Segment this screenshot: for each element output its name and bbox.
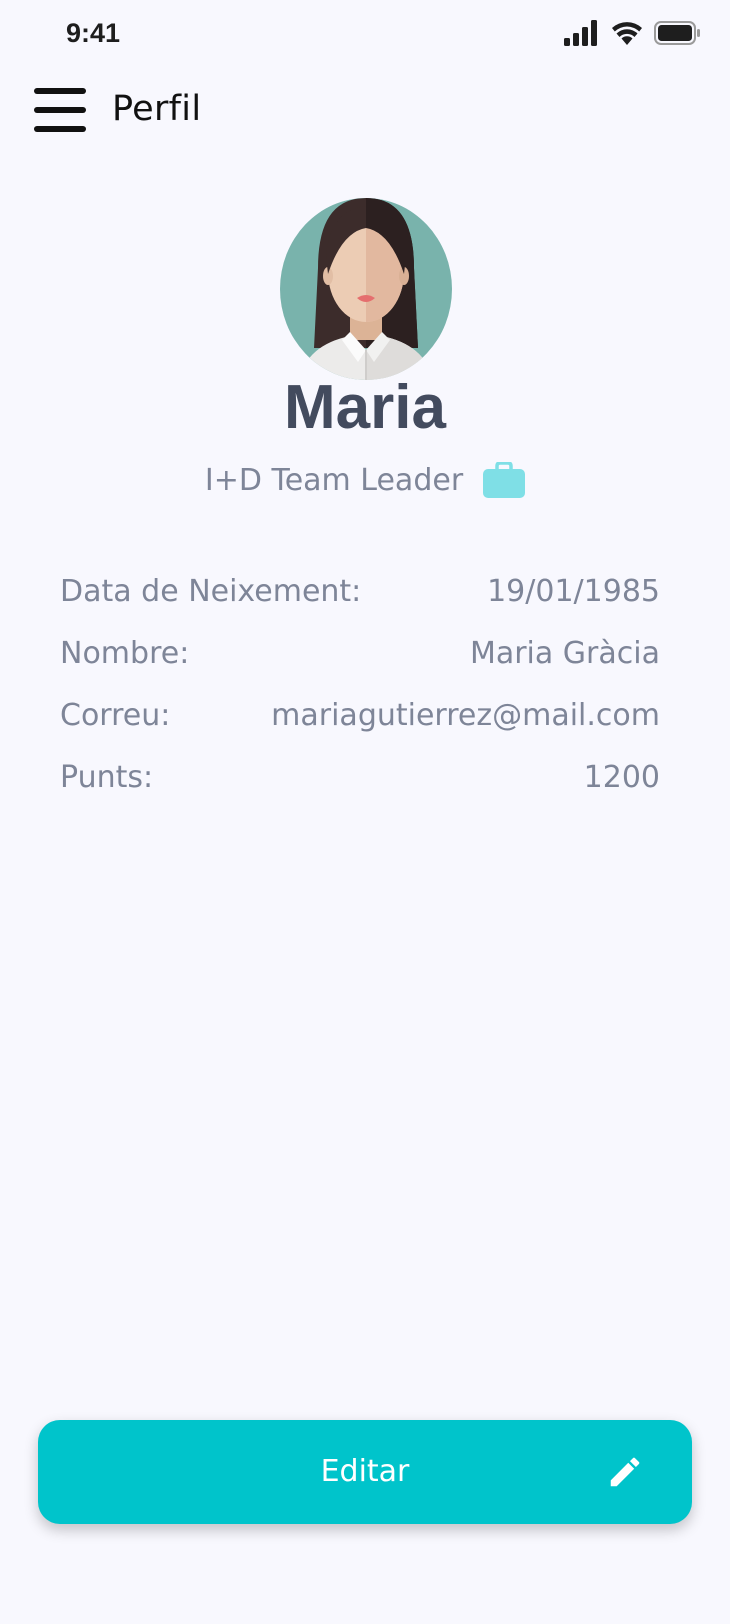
- detail-value: Maria Gràcia: [469, 635, 660, 671]
- detail-label: Data de Neixement:: [60, 573, 362, 609]
- app-bar: Perfil: [0, 80, 730, 140]
- signal-icon: [564, 20, 597, 46]
- profile-role: I+D Team Leader: [0, 462, 730, 498]
- page-title: Perfil: [112, 89, 202, 129]
- menu-line: [34, 88, 86, 94]
- wifi-icon: [612, 22, 642, 45]
- detail-row-points: Punts: 1200: [60, 746, 660, 808]
- detail-label: Punts:: [60, 759, 154, 795]
- status-time: 9:41: [66, 18, 121, 48]
- briefcase-icon: [483, 462, 526, 498]
- profile-name: Maria: [284, 373, 446, 442]
- detail-row-email: Correu: mariagutierrez@mail.com: [60, 684, 660, 746]
- detail-label: Correu:: [60, 697, 171, 733]
- status-icons: [564, 20, 700, 46]
- edit-button-label: Editar: [320, 1454, 410, 1489]
- status-bar: 9:41: [0, 0, 730, 70]
- role-label: I+D Team Leader: [204, 462, 464, 498]
- hamburger-menu-icon[interactable]: [34, 88, 88, 132]
- detail-label: Nombre:: [60, 635, 190, 671]
- profile-details: Data de Neixement: 19/01/1985 Nombre: Ma…: [60, 560, 660, 808]
- edit-button[interactable]: Editar: [38, 1420, 692, 1524]
- detail-value: 19/01/1985: [487, 573, 660, 609]
- profile-avatar: [280, 198, 452, 380]
- battery-icon: [654, 21, 700, 45]
- detail-value: mariagutierrez@mail.com: [271, 697, 660, 733]
- detail-row-name: Nombre: Maria Gràcia: [60, 622, 660, 684]
- pencil-icon: [610, 1457, 640, 1487]
- menu-line: [34, 107, 86, 113]
- menu-line: [34, 126, 86, 132]
- detail-value: 1200: [583, 759, 660, 795]
- detail-row-birthdate: Data de Neixement: 19/01/1985: [60, 560, 660, 622]
